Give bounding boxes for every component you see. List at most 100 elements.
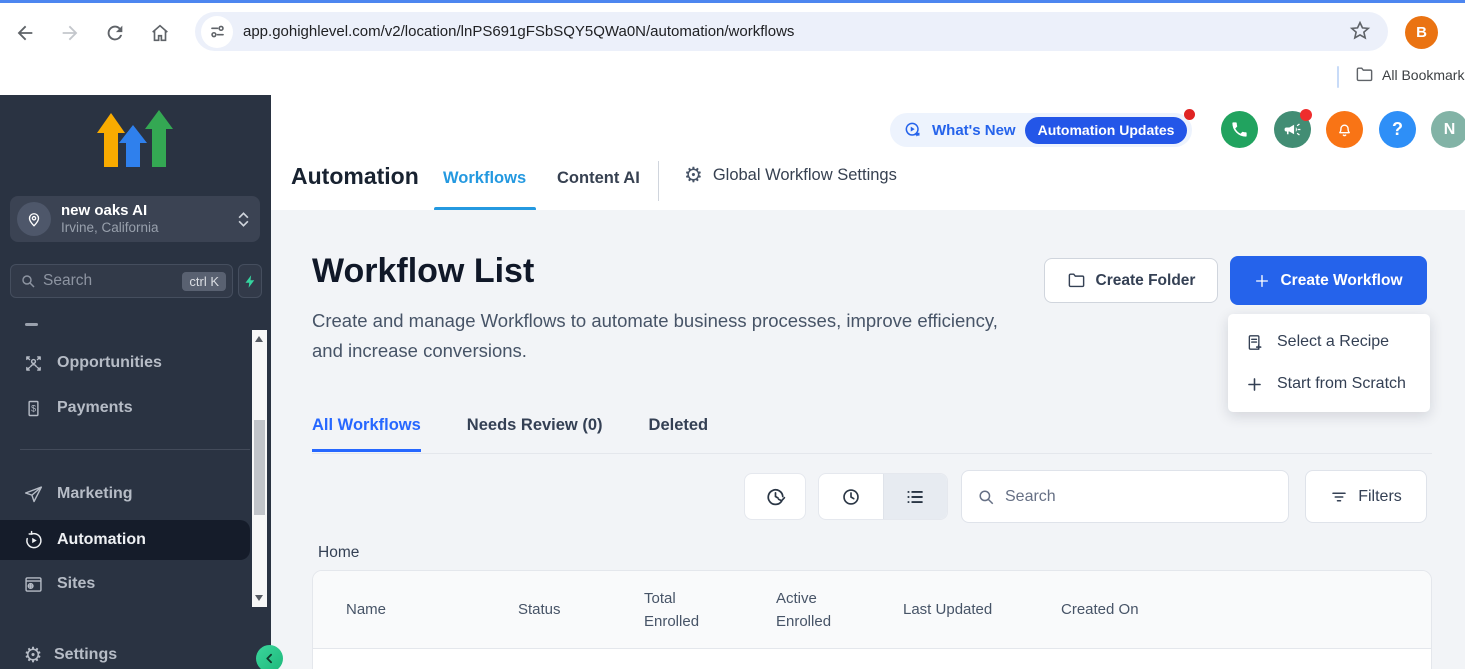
tab-all-workflows[interactable]: All Workflows (312, 416, 421, 452)
filters-button[interactable]: Filters (1305, 470, 1427, 523)
home-button[interactable] (146, 19, 174, 47)
column-header-label: Active Enrolled (776, 587, 838, 633)
sidebar-item-label: Opportunities (57, 354, 162, 372)
execution-logs-button[interactable] (744, 473, 806, 520)
column-header-created-on[interactable]: Created On (1061, 598, 1431, 621)
bookmarks-bar: All Bookmarks (0, 60, 1465, 95)
star-icon (1348, 19, 1372, 43)
sidebar-item-label: Payments (57, 399, 133, 417)
table-header-row: Name Status Total Enrolled Active Enroll… (313, 571, 1431, 649)
create-workflow-button[interactable]: Create Workflow (1230, 256, 1427, 305)
recipe-document-icon (1245, 333, 1264, 352)
location-name: new oaks AI (61, 202, 230, 220)
quick-actions-button[interactable] (238, 264, 262, 298)
workflow-list-title: Workflow List (312, 252, 534, 291)
tab-workflows[interactable]: Workflows (443, 169, 526, 188)
notification-dot (1184, 109, 1195, 120)
scrollbar-thumb[interactable] (254, 420, 265, 515)
location-switcher[interactable]: new oaks AI Irvine, California (10, 196, 260, 242)
menu-item-label: Select a Recipe (1277, 333, 1389, 351)
back-button[interactable] (11, 19, 39, 47)
list-icon (904, 486, 926, 508)
workflow-search-input[interactable] (1005, 488, 1278, 506)
svg-text:$: $ (31, 403, 36, 413)
sidebar-item-payments[interactable]: $ Payments (0, 388, 250, 428)
chevron-left-icon (262, 651, 277, 666)
payments-icon: $ (23, 398, 44, 419)
location-text: new oaks AI Irvine, California (61, 202, 230, 236)
menu-item-select-recipe[interactable]: Select a Recipe (1228, 321, 1430, 363)
opportunities-icon (23, 353, 44, 374)
announcements-button[interactable] (1274, 111, 1311, 148)
column-header-status[interactable]: Status (518, 598, 644, 621)
whats-new-button[interactable]: What's New Automation Updates (890, 113, 1192, 147)
sidebar-item-label: Automation (57, 531, 146, 549)
site-settings-button[interactable] (201, 16, 233, 48)
user-avatar[interactable]: N (1431, 111, 1465, 148)
clock-icon (840, 486, 862, 508)
column-header-last-updated[interactable]: Last Updated (903, 598, 1061, 621)
global-workflow-settings-button[interactable]: ⚙ Global Workflow Settings (684, 163, 897, 188)
sidebar-scrollbar[interactable] (252, 330, 267, 607)
create-workflow-menu: Select a Recipe Start from Scratch (1228, 314, 1430, 412)
bookmark-star-button[interactable] (1348, 19, 1374, 45)
search-shortcut-badge: ctrl K (182, 272, 226, 291)
sidebar-collapse-button[interactable] (256, 645, 283, 669)
help-button[interactable]: ? (1379, 111, 1416, 148)
browser-toolbar: B (0, 3, 1465, 60)
tab-deleted[interactable]: Deleted (649, 416, 709, 452)
sidebar-item-settings[interactable]: ⚙ Settings (0, 635, 250, 669)
avatar-initial: N (1444, 121, 1456, 139)
column-header-total-enrolled[interactable]: Total Enrolled (644, 587, 776, 633)
refresh-button[interactable] (101, 19, 129, 47)
browser-profile-avatar[interactable]: B (1405, 16, 1438, 49)
notification-dot (1300, 109, 1312, 121)
menu-item-start-from-scratch[interactable]: Start from Scratch (1228, 363, 1430, 405)
sidebar-search[interactable]: ctrl K (10, 264, 233, 298)
workflow-table: Name Status Total Enrolled Active Enroll… (312, 570, 1432, 669)
phone-button[interactable] (1221, 111, 1258, 148)
create-folder-button[interactable]: Create Folder (1044, 258, 1218, 303)
tab-needs-review[interactable]: Needs Review (0) (467, 416, 603, 452)
sidebar-item-sites[interactable]: Sites (0, 564, 250, 604)
create-folder-label: Create Folder (1096, 272, 1196, 290)
forward-button[interactable] (56, 19, 84, 47)
sidebar-search-input[interactable] (43, 272, 182, 290)
view-toggle-group (818, 473, 948, 520)
column-header-name[interactable]: Name (346, 598, 518, 621)
whats-new-play-icon (903, 120, 923, 140)
all-bookmarks-label: All Bookmarks (1382, 67, 1465, 83)
plus-icon (1254, 273, 1270, 289)
question-mark-icon: ? (1392, 119, 1403, 140)
home-icon (149, 22, 171, 44)
list-view-button[interactable] (883, 474, 948, 519)
sidebar-item-marketing[interactable]: Marketing (0, 474, 250, 514)
screen: B All Bookmarks new oaks AI Irvine, Cali… (0, 0, 1465, 669)
header-separator (658, 161, 659, 201)
all-bookmarks-button[interactable]: All Bookmarks (1355, 65, 1465, 84)
address-bar[interactable] (195, 12, 1388, 51)
sites-icon (23, 574, 44, 595)
column-header-active-enrolled[interactable]: Active Enrolled (776, 587, 903, 633)
notifications-button[interactable] (1326, 111, 1363, 148)
megaphone-icon (1283, 120, 1302, 139)
search-icon (977, 488, 995, 506)
sidebar-item-automation[interactable]: Automation (0, 520, 250, 560)
sidebar-item-opportunities[interactable]: Opportunities (0, 343, 250, 383)
url-input[interactable] (243, 23, 1388, 40)
scroll-down-arrow-icon[interactable] (255, 595, 263, 601)
column-header-label: Total Enrolled (644, 587, 706, 633)
tab-content-ai[interactable]: Content AI (557, 169, 640, 188)
folder-icon (1355, 65, 1374, 84)
breadcrumb-home[interactable]: Home (318, 544, 359, 562)
sidebar-item-label: Settings (54, 646, 117, 664)
bell-icon (1335, 120, 1354, 139)
recent-view-button[interactable] (819, 474, 883, 519)
location-pin-badge (17, 202, 51, 236)
filters-label: Filters (1358, 488, 1402, 506)
global-workflow-settings-label: Global Workflow Settings (713, 166, 897, 185)
automation-updates-badge[interactable]: Automation Updates (1025, 117, 1188, 144)
workflow-list-subtitle: Create and manage Workflows to automate … (312, 306, 1017, 366)
scroll-up-arrow-icon[interactable] (255, 336, 263, 342)
workflow-search[interactable] (961, 470, 1289, 523)
